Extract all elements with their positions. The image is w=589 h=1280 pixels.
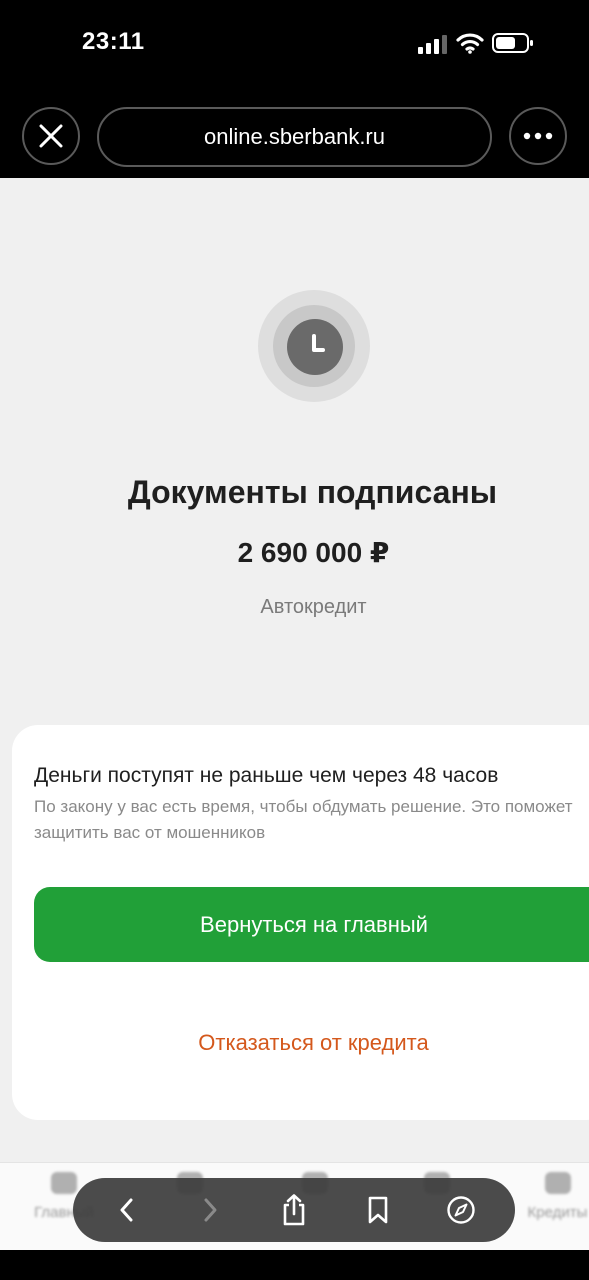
- back-to-main-label: Вернуться на главный: [200, 911, 428, 937]
- chevron-left-icon: [120, 1198, 133, 1222]
- battery-icon: [492, 33, 533, 53]
- share-icon: [283, 1194, 305, 1226]
- bookmarks-button[interactable]: [356, 1188, 400, 1232]
- open-in-safari-button[interactable]: [439, 1188, 483, 1232]
- back-button[interactable]: [105, 1188, 149, 1232]
- url-bar[interactable]: online.sberbank.ru: [97, 107, 492, 167]
- more-menu-button[interactable]: [509, 107, 567, 165]
- nav-item-credits[interactable]: Кредиты: [526, 1172, 589, 1221]
- clock-icon: [287, 319, 343, 375]
- cellular-signal-icon: [418, 35, 447, 54]
- bookmark-icon: [368, 1196, 387, 1224]
- credit-amount: 2 690 000 ₽: [237, 537, 390, 568]
- browser-toolbar: [73, 1178, 515, 1242]
- product-name: Автокредит: [260, 596, 367, 618]
- close-button[interactable]: [22, 107, 80, 165]
- page-title: Документы подписаны: [127, 474, 498, 510]
- back-to-main-button[interactable]: Вернуться на главный: [34, 887, 589, 962]
- compass-icon: [447, 1196, 475, 1224]
- notice-text: По закону у вас есть время, чтобы обдума…: [34, 797, 573, 842]
- status-time: 23:11: [82, 28, 145, 55]
- wallet-icon: [544, 1172, 571, 1194]
- chevron-right-icon: [204, 1198, 217, 1222]
- close-icon: [39, 124, 63, 148]
- nav-item-label: Кредиты: [527, 1204, 588, 1221]
- home-icon: [51, 1172, 77, 1194]
- forward-button[interactable]: [188, 1188, 232, 1232]
- url-text: online.sberbank.ru: [203, 124, 385, 149]
- more-icon: [523, 132, 553, 140]
- decline-credit-button[interactable]: Отказаться от кредита: [0, 1030, 589, 1056]
- notice-heading: Деньги поступят не раньше чем через 48 ч…: [34, 764, 499, 787]
- home-indicator-area: [0, 1250, 589, 1280]
- wifi-icon: [456, 33, 484, 54]
- share-button[interactable]: [272, 1188, 316, 1232]
